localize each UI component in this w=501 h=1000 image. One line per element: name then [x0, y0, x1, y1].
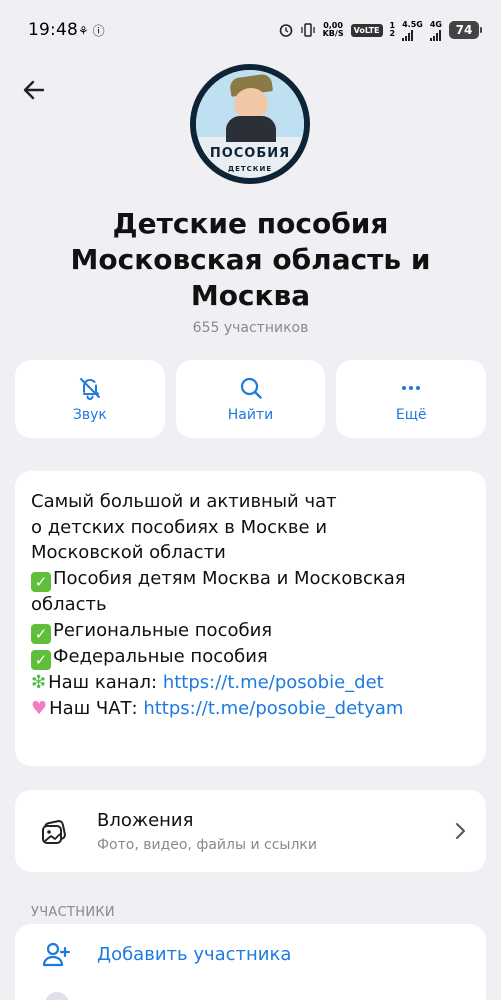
sim2-label: 2 — [389, 29, 396, 38]
attachments-title: Вложения — [97, 810, 194, 831]
status-time: 19:48 — [28, 20, 78, 40]
search-button[interactable]: Найти — [175, 360, 326, 438]
members-section-label: УЧАСТНИКИ — [31, 905, 115, 920]
sparkle-icon: ❇ — [31, 671, 47, 693]
back-arrow-icon[interactable] — [18, 74, 50, 106]
sim-indicator: 1 2 — [390, 22, 396, 38]
description-line: ✓ Федеральные пособия — [31, 644, 470, 670]
channel-prefix: Наш канал: — [48, 671, 163, 693]
check-mark-icon: ✓ — [31, 649, 51, 670]
chevron-right-icon — [456, 823, 465, 839]
avatar-image: ПОСОБИЯ ДЕТСКИЕ — [196, 70, 304, 178]
check-mark-icon: ✓ — [31, 572, 51, 593]
avatar-logo-subtext: ДЕТСКИЕ — [227, 165, 273, 173]
chat-link[interactable]: https://t.me/posobie_detyam — [143, 698, 403, 719]
bluetooth-vibrate-icon — [300, 23, 315, 37]
battery-icon: 74 — [449, 21, 482, 39]
check-mark-icon: ✓ — [31, 623, 51, 644]
heart-icon: ♥ — [31, 697, 48, 719]
add-user-icon — [42, 942, 71, 967]
muted-bell-icon — [79, 378, 100, 400]
signal-1: 4.5G — [402, 20, 423, 41]
network-type-1: 4.5G — [402, 19, 423, 29]
mute-button-label: Звук — [72, 407, 107, 423]
attachments-row[interactable]: Вложения Фото, видео, файлы и ссылки — [15, 790, 486, 872]
description-line: Московской области — [31, 542, 226, 564]
avatar-body — [226, 116, 276, 142]
member-count: 655 участников — [192, 320, 309, 336]
description-line: ✓ Пособия детям Москва и Московская — [31, 566, 470, 593]
description-line: Самый большой и активный чат — [31, 491, 337, 512]
search-icon — [240, 377, 262, 399]
search-button-label: Найти — [227, 407, 274, 423]
mute-button[interactable]: Звук — [15, 360, 165, 438]
description-line: область — [31, 594, 107, 616]
signal-bars-icon — [429, 29, 441, 41]
more-dots-icon — [402, 386, 421, 390]
group-avatar[interactable]: ПОСОБИЯ ДЕТСКИЕ — [190, 64, 310, 184]
avatar-logo-text: ПОСОБИЯ — [209, 146, 291, 161]
volte-badge: VoLTE — [350, 23, 383, 37]
alarm-icon — [279, 24, 292, 37]
add-member-button[interactable]: Добавить участника — [97, 944, 291, 965]
group-description: Самый большой и активный чат о детских п… — [15, 471, 486, 766]
chat-prefix: Наш ЧАТ: — [49, 697, 144, 719]
description-line: ❇ Наш канал: https://t.me/posobie_det — [31, 670, 470, 696]
channel-link[interactable]: https://t.me/posobie_det — [163, 672, 384, 693]
more-button[interactable]: Ещё — [336, 360, 487, 438]
description-text: Федеральные пособия — [53, 645, 268, 667]
description-line: о детских пособиях в Москве и — [31, 516, 328, 538]
network-speed: 0,00 KB/S — [323, 22, 344, 38]
description-line: ♥ Наш ЧАТ: https://t.me/posobie_detyam — [31, 696, 470, 722]
media-gallery-icon — [42, 820, 66, 844]
attachments-subtitle: Фото, видео, файлы и ссылки — [97, 837, 317, 853]
member-avatar — [45, 992, 69, 1000]
members-list: Добавить участника — [15, 924, 486, 1000]
network-type-2: 4G — [429, 19, 442, 29]
notification-icons: ⚘ ⓘ — [78, 24, 105, 38]
status-right-icons: 0,00 KB/S VoLTE 1 2 4.5G 4G 74 — [279, 19, 482, 41]
signal-2: 4G — [429, 19, 442, 41]
signal-bars-icon — [402, 29, 414, 41]
speed-unit: KB/S — [322, 29, 344, 38]
description-text: Региональные пособия — [53, 619, 273, 641]
more-button-label: Ещё — [395, 407, 427, 423]
action-bar: Звук Найти Ещё — [15, 360, 487, 438]
status-bar: 19:48 ⚘ ⓘ 0,00 KB/S VoLTE 1 2 4.5G 4G 74 — [0, 0, 501, 62]
group-title: Детские пособия Московская область и Мос… — [70, 207, 431, 312]
description-text: Пособия детям Москва и Московская — [53, 568, 406, 590]
description-line: ✓ Региональные пособия — [31, 618, 470, 644]
